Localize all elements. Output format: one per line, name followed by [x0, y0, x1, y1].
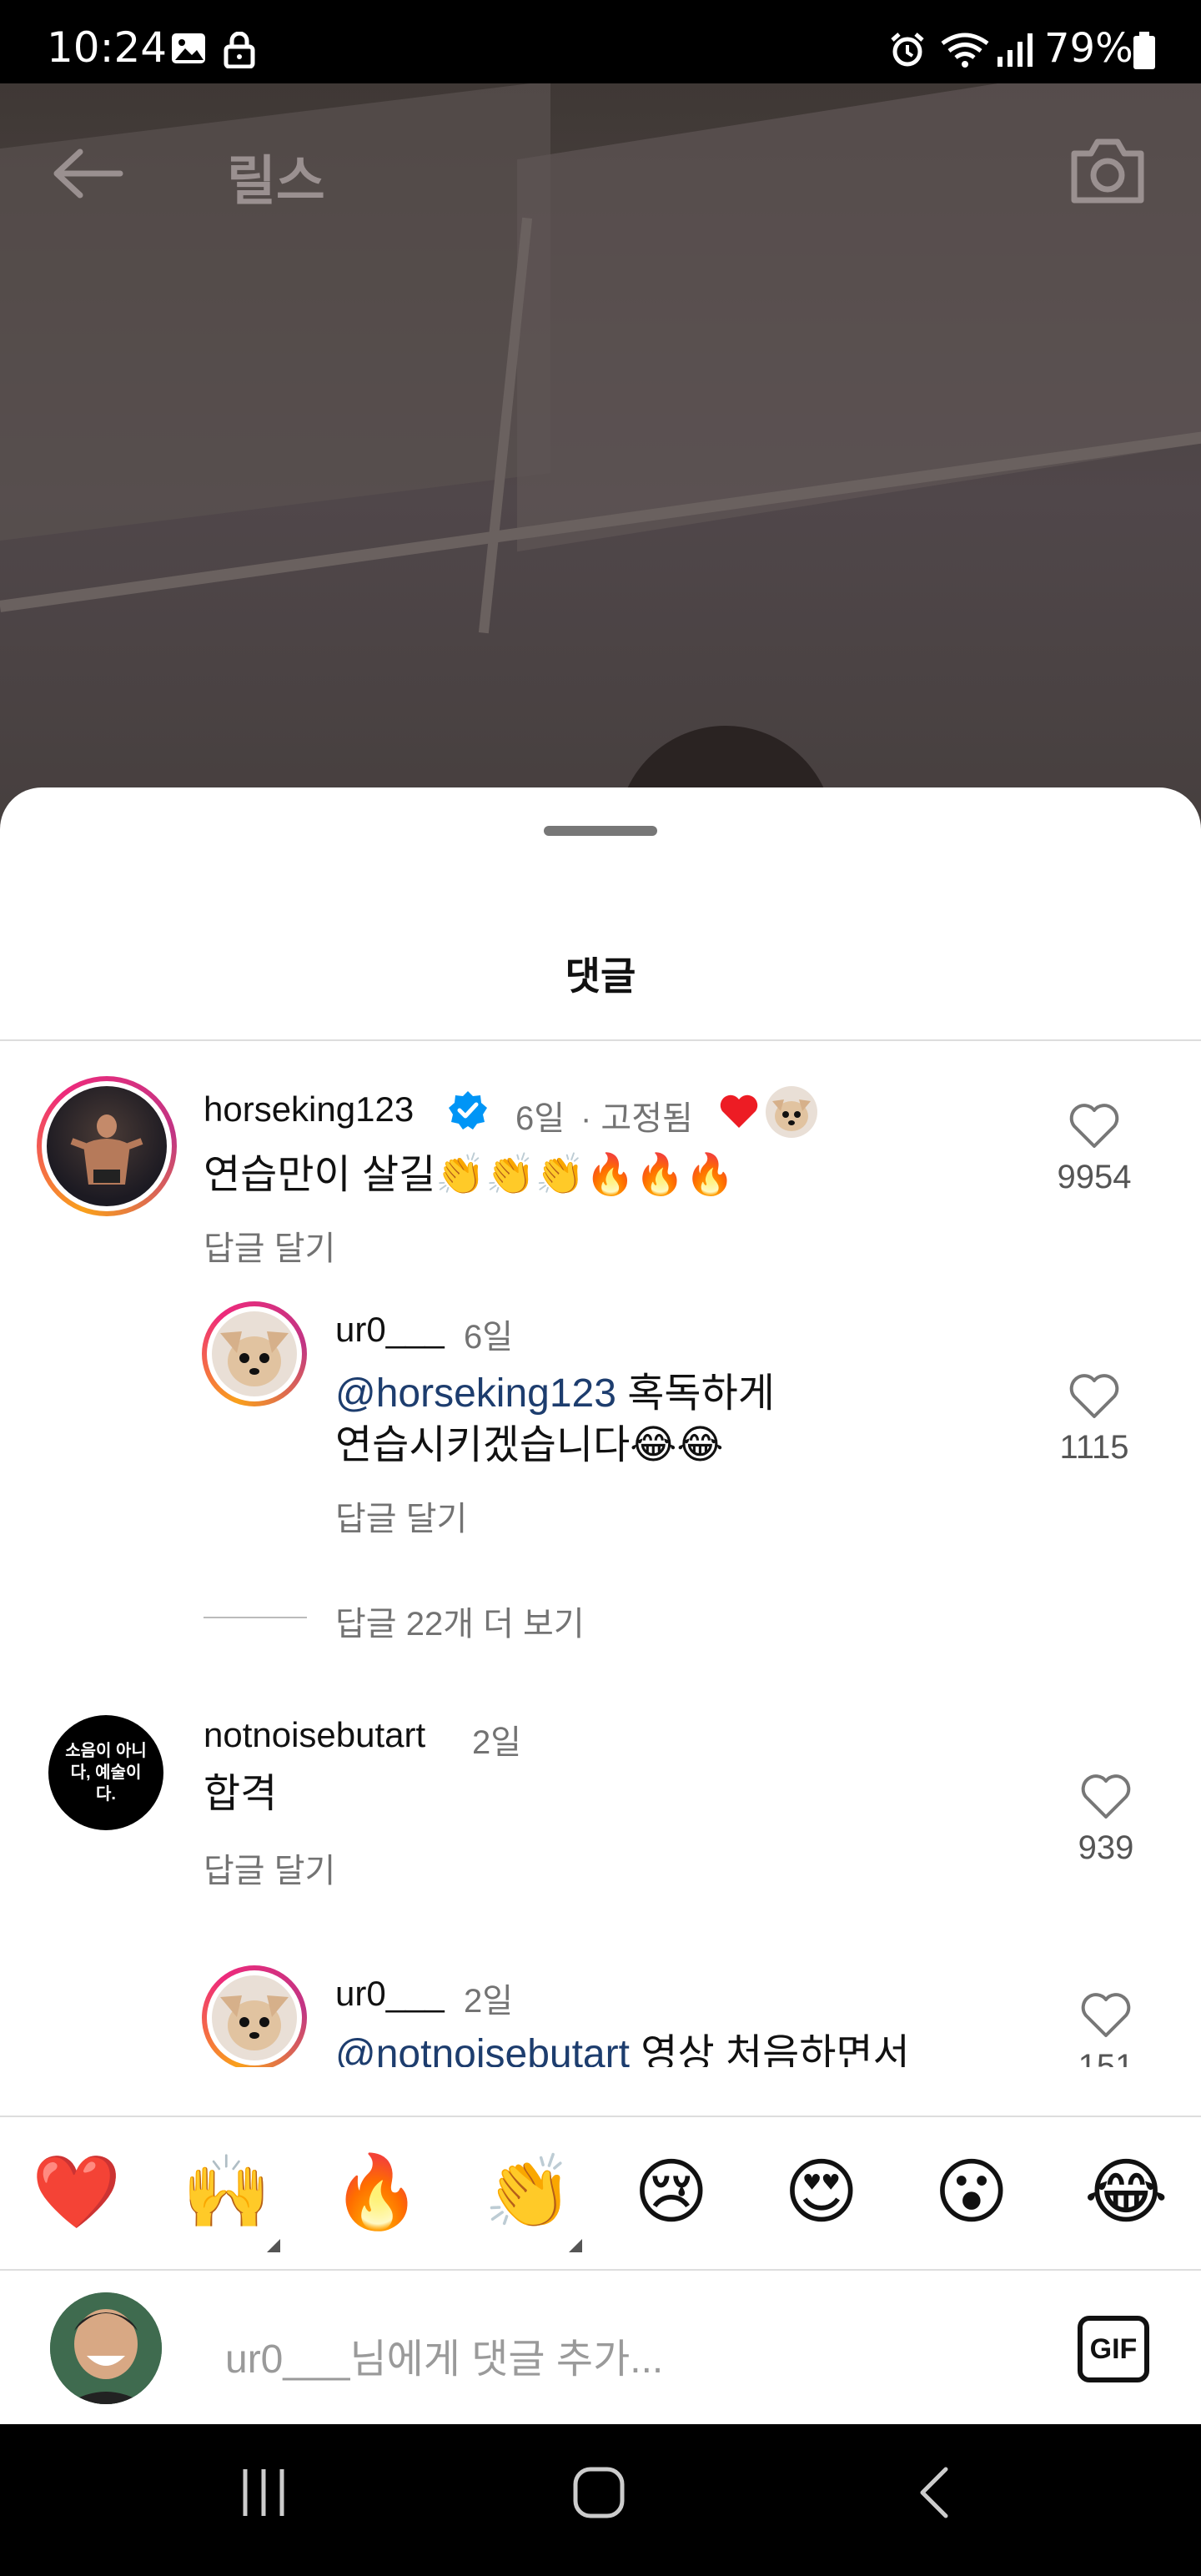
crying-emoji-button[interactable]: 😢 [634, 2151, 709, 2234]
status-time: 10:24 [47, 23, 168, 72]
comment-text: @notnoisebutart 영상 처음하면서 [335, 2029, 910, 2067]
home-icon[interactable] [572, 2466, 626, 2519]
avatar[interactable] [202, 1965, 307, 2067]
view-more-divider [204, 1617, 307, 1618]
comment-time: 6일 [515, 1100, 565, 1137]
heart-emoji-button[interactable]: ❤️ [32, 2151, 121, 2234]
comment-text: @horseking123 혹독하게 연습시키겠습니다😂😂 [335, 1368, 775, 1472]
emoji-quick-bar: ❤️ 🙌 🔥 👏 😢 😍 😮 😂 [0, 2116, 1201, 2269]
like-column: 9954 [1028, 1103, 1161, 1196]
creator-avatar [766, 1086, 817, 1138]
comment-username[interactable]: ur0___ [335, 1974, 445, 2014]
variant-indicator-icon [569, 2239, 582, 2252]
comment-username[interactable]: horseking123 [204, 1089, 414, 1130]
reel-video-background [0, 83, 1201, 834]
avatar[interactable]: 소음이 아니다, 예술이다. [48, 1715, 163, 1830]
lock-icon [224, 32, 255, 68]
comment-time: 6일 [464, 1319, 514, 1356]
heart-eyes-emoji-button[interactable]: 😍 [784, 2151, 859, 2234]
camera-icon[interactable] [1068, 133, 1148, 207]
avatar[interactable] [37, 1076, 177, 1216]
creator-liked-heart-icon [720, 1094, 758, 1128]
surprised-emoji-button[interactable]: 😮 [934, 2151, 1009, 2234]
like-count: 939 [1078, 1829, 1134, 1866]
tears-of-joy-emoji-button[interactable]: 😂 [1084, 2151, 1168, 2234]
verified-badge-icon [449, 1091, 487, 1130]
variant-indicator-icon [267, 2239, 280, 2252]
sheet-title: 댓글 [565, 954, 636, 998]
comment-time: 2일 [472, 1724, 522, 1761]
mention-link[interactable]: @notnoisebutart [335, 2032, 630, 2067]
like-column: 939 [1039, 1774, 1173, 1867]
status-bar: 10:24 79% [0, 0, 1201, 83]
drag-handle[interactable] [544, 826, 657, 836]
heart-outline-icon[interactable] [1068, 1103, 1120, 1150]
like-count: 9954 [1057, 1159, 1132, 1195]
fire-emoji-button[interactable]: 🔥 [332, 2151, 421, 2234]
like-column: 1115 [1028, 1373, 1161, 1467]
clapping-emoji-button[interactable]: 👏 [484, 2151, 573, 2234]
like-column: 151 [1039, 1992, 1173, 2067]
battery-icon [1133, 32, 1155, 69]
reply-button[interactable]: 답글 달기 [204, 1221, 335, 1270]
comment-username[interactable]: ur0___ [335, 1310, 445, 1350]
like-count: 151 [1078, 2048, 1134, 2067]
battery-percent: 79% [1044, 25, 1133, 72]
signal-icon [997, 33, 1033, 67]
comment-text: 연습만이 살길👏👏👏🔥🔥🔥 [204, 1153, 735, 1197]
my-avatar [50, 2292, 162, 2404]
pinned-label: · 고정됨 [580, 1100, 693, 1137]
gif-button[interactable]: GIF [1078, 2316, 1149, 2382]
back-arrow-icon[interactable] [52, 148, 123, 199]
reply-button[interactable]: 답글 달기 [204, 1844, 335, 1892]
comment-text-part: 혹독하게 [616, 1371, 775, 1416]
raising-hands-emoji-button[interactable]: 🙌 [182, 2151, 271, 2234]
comment-text: 합격 [204, 1772, 278, 1816]
comment-input-bar: ur0___님에게 댓글 추가... GIF [0, 2269, 1201, 2424]
system-nav-bar [0, 2424, 1201, 2576]
view-more-replies-button[interactable]: 답글 22개 더 보기 [335, 1597, 585, 1645]
comments-list[interactable]: horseking123 6일 · 고정됨 연습만이 살길👏👏👏🔥🔥🔥 답글 달… [0, 1041, 1201, 2067]
heart-outline-icon[interactable] [1068, 1373, 1120, 1420]
comment-input[interactable]: ur0___님에게 댓글 추가... [225, 2326, 663, 2384]
wifi-icon [941, 33, 989, 68]
gallery-icon [172, 33, 205, 63]
comment-time: 2일 [464, 1983, 514, 2020]
back-nav-icon[interactable] [916, 2466, 952, 2519]
alarm-icon [891, 33, 924, 67]
comment-text-part: 영상 처음하면서 [629, 2032, 910, 2067]
comment-text-line2: 연습시키겠습니다😂😂 [335, 1423, 724, 1467]
reels-title: 릴스 [227, 151, 325, 211]
like-count: 1115 [1059, 1429, 1129, 1466]
reply-button[interactable]: 답글 달기 [335, 1492, 467, 1540]
comment-username[interactable]: notnoisebutart [204, 1715, 425, 1755]
heart-outline-icon[interactable] [1080, 1774, 1132, 1820]
avatar-text: 소음이 아니다, 예술이다. [65, 1742, 147, 1804]
recent-apps-icon[interactable] [239, 2466, 289, 2519]
mention-link[interactable]: @horseking123 [335, 1371, 616, 1416]
heart-outline-icon[interactable] [1080, 1992, 1132, 2039]
avatar[interactable] [202, 1301, 307, 1406]
